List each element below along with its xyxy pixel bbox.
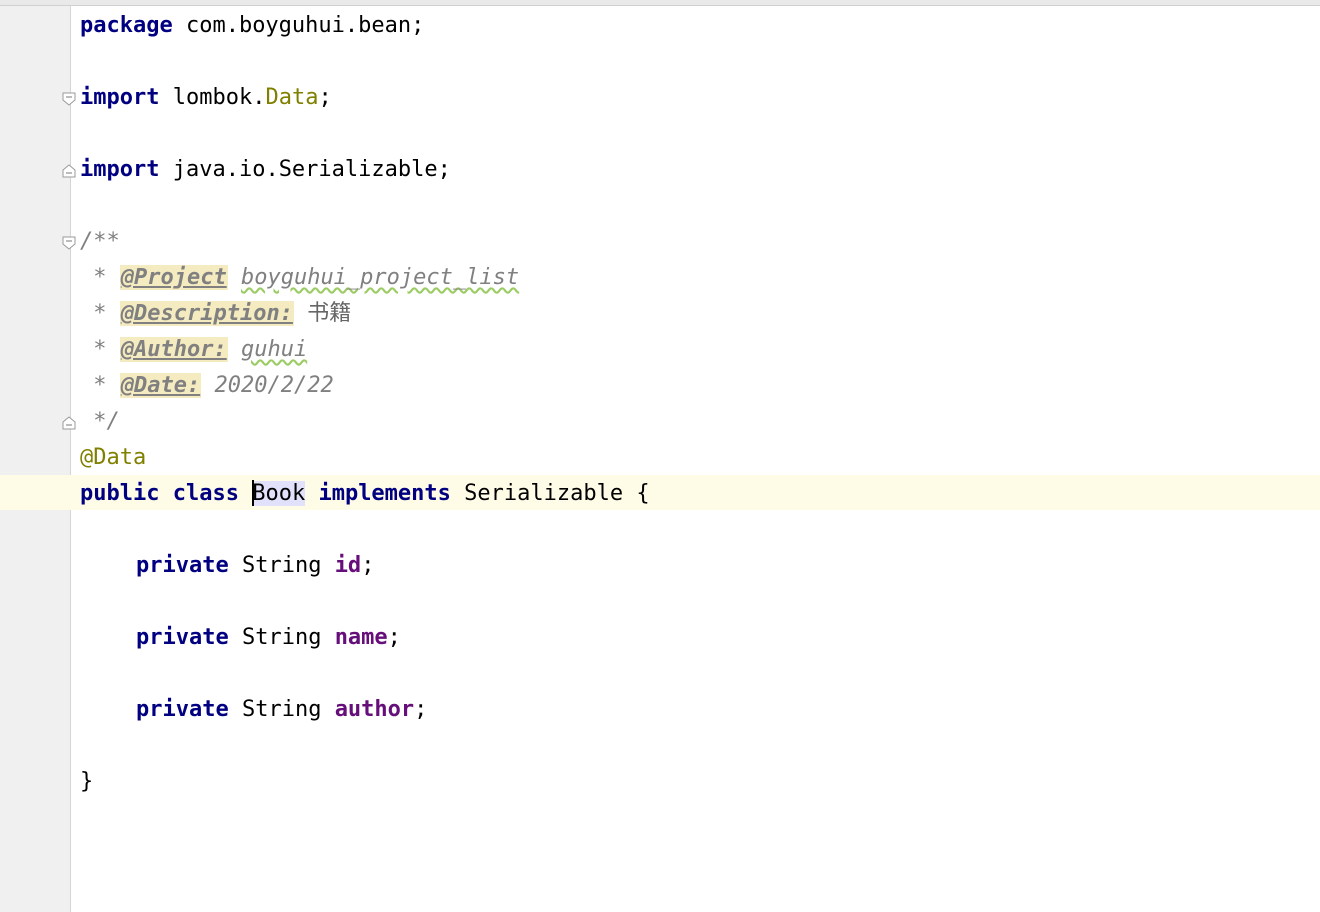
code-text: ; — [361, 553, 375, 578]
code-text: com.boyguhui.bean; — [172, 13, 425, 38]
comment-text: /** — [80, 229, 120, 254]
keyword: class — [172, 481, 239, 506]
code-editor[interactable]: package com.boyguhui.bean; import lombok… — [80, 8, 1310, 908]
keyword: public — [80, 481, 160, 506]
javadoc-line[interactable]: /** — [80, 224, 120, 260]
field-name: id — [334, 553, 362, 578]
javadoc-value: 2020/2/22 — [214, 373, 334, 398]
editor-top-border — [0, 0, 1320, 6]
line-gutter[interactable] — [0, 6, 71, 912]
fold-start-icon[interactable] — [62, 92, 76, 106]
code-line[interactable]: } — [80, 764, 93, 800]
comment-text: * — [80, 301, 120, 326]
code-line[interactable]: package com.boyguhui.bean; — [80, 8, 424, 44]
keyword: private — [136, 697, 229, 722]
keyword: import — [80, 85, 160, 110]
code-text: ; — [318, 85, 332, 110]
code-text: ; — [387, 625, 401, 650]
fold-end-icon[interactable] — [62, 416, 76, 430]
keyword: implements — [318, 481, 451, 506]
keyword: private — [136, 553, 229, 578]
class-name: Book — [252, 481, 306, 506]
fold-end-icon[interactable] — [62, 164, 76, 178]
code-text: String — [228, 553, 335, 578]
code-line[interactable]: private String id; — [136, 548, 374, 584]
javadoc-tag: @Description: — [119, 301, 294, 326]
code-text: Serializable { — [464, 481, 650, 506]
javadoc-tag: @Project — [119, 265, 228, 290]
keyword: package — [80, 13, 173, 38]
code-text: String — [228, 625, 335, 650]
javadoc-tag: @Date: — [119, 373, 202, 398]
code-text: ; — [414, 697, 428, 722]
javadoc-value: 书籍 — [307, 301, 352, 326]
code-text: String — [228, 697, 335, 722]
code-line[interactable]: import lombok.Data; — [80, 80, 332, 116]
code-line[interactable]: @Data — [80, 440, 146, 476]
comment-text: */ — [80, 409, 120, 434]
javadoc-value: boyguhui_project_list — [240, 265, 520, 290]
javadoc-line[interactable]: * @Project boyguhui_project_list — [80, 260, 519, 296]
keyword: import — [80, 157, 160, 182]
fold-start-icon[interactable] — [62, 236, 76, 250]
javadoc-line[interactable]: */ — [80, 404, 120, 440]
javadoc-line[interactable]: * @Description: 书籍 — [80, 296, 351, 332]
javadoc-line[interactable]: * @Author: guhui — [80, 332, 307, 368]
javadoc-line[interactable]: * @Date: 2020/2/22 — [80, 368, 334, 404]
comment-text: * — [80, 337, 120, 362]
field-name: author — [334, 697, 415, 722]
code-text: } — [80, 769, 94, 794]
code-line[interactable]: private String name; — [136, 620, 401, 656]
code-text: java.io.Serializable; — [159, 157, 451, 182]
keyword: private — [136, 625, 229, 650]
comment-text: * — [80, 265, 120, 290]
comment-text: * — [80, 373, 120, 398]
annotation: @Data — [80, 445, 147, 470]
field-name: name — [334, 625, 388, 650]
code-line-current[interactable]: public class Book implements Serializabl… — [80, 476, 650, 512]
class-reference: Data — [265, 85, 319, 110]
code-line[interactable]: import java.io.Serializable; — [80, 152, 451, 188]
javadoc-value: guhui — [240, 337, 308, 362]
class-name-highlight[interactable]: Book — [252, 480, 306, 506]
code-text: lombok. — [159, 85, 266, 110]
current-line-gutter-highlight — [0, 475, 70, 510]
javadoc-tag: @Author: — [119, 337, 228, 362]
code-line[interactable]: private String author; — [136, 692, 427, 728]
